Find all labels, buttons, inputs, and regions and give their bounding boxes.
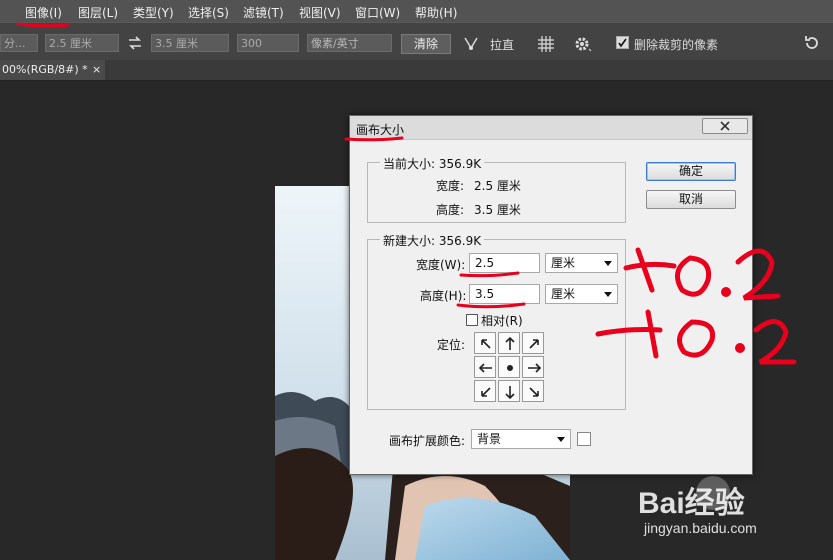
paw-icon xyxy=(696,476,730,510)
watermark-brand: Bai经验 xyxy=(638,487,745,520)
underline-image-menu xyxy=(16,22,70,28)
underline-width-value xyxy=(459,271,520,278)
handwritten-plus-width xyxy=(623,247,781,301)
baidu-watermark: Bai经验 jingyan.baidu.com xyxy=(636,472,831,542)
handwritten-plus-height xyxy=(595,309,797,365)
underline-height-value xyxy=(456,302,526,309)
watermark-url: jingyan.baidu.com xyxy=(644,520,757,536)
underline-dialog-title xyxy=(344,136,404,142)
